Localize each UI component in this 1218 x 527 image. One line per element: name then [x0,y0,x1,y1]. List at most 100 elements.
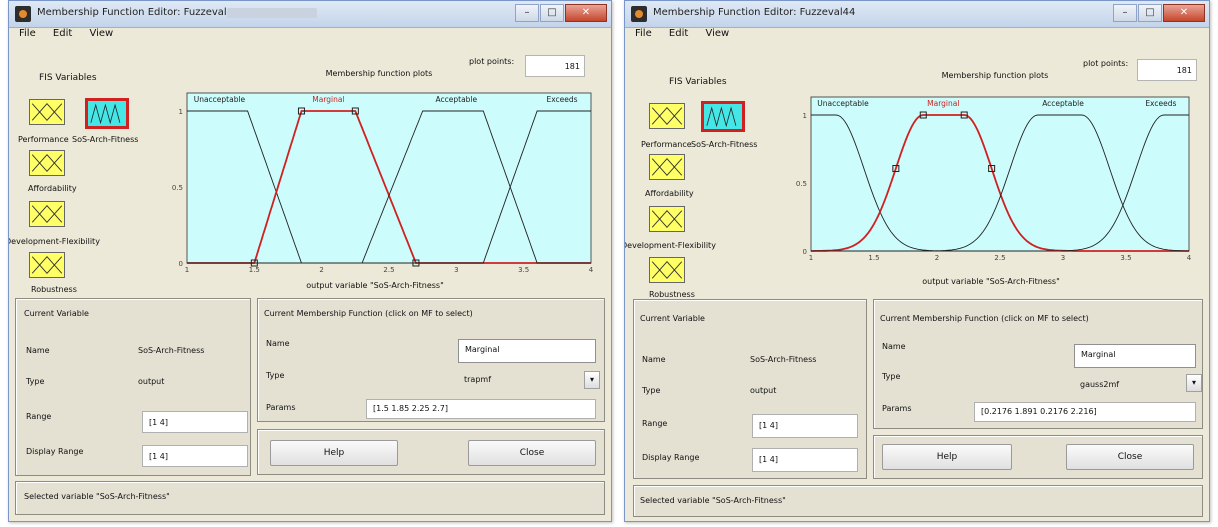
x-tick-label: 1.5 [249,266,260,274]
x-tick-label: 4 [1187,254,1192,262]
mf-label-unacceptable[interactable]: Unacceptable [817,99,869,108]
maximize-icon[interactable]: □ [540,4,564,22]
mf-name-input[interactable]: Marginal [1074,344,1196,368]
current-variable-title: Current Variable [640,314,705,323]
mf-name-label: Name [882,342,906,351]
window-title: Membership Function Editor: Fuzzeval44 [653,7,856,18]
x-tick-label: 1 [809,254,813,262]
title-bar: Membership Function Editor: Fuzzeval44 –… [9,1,611,28]
var-box-affordability[interactable] [29,150,65,176]
current-variable-panel: Current Variable Name SoS-Arch-Fitness T… [633,299,867,479]
var-box-sos-arch-fitness[interactable] [701,101,745,132]
var-box-development-flexibility[interactable] [29,201,65,227]
params-input[interactable]: [1.5 1.85 2.25 2.7] [366,399,596,419]
range-label: Range [642,419,668,428]
close-icon[interactable]: ✕ [1163,4,1205,22]
x-tick-label: 1.5 [868,254,879,262]
var-label-robustness: Robustness [31,285,77,294]
plot-title: Membership function plots [941,71,1049,80]
help-button[interactable]: Help [882,444,1012,470]
params-input[interactable]: [0.2176 1.891 0.2176 2.216] [974,402,1196,422]
plot-area[interactable] [810,96,1190,252]
fis-variables-label: FIS Variables [39,73,97,83]
mf-label-unacceptable[interactable]: Unacceptable [194,95,246,104]
range-input[interactable]: [1 4] [142,411,248,433]
help-button[interactable]: Help [270,440,398,466]
range-label: Range [26,412,52,421]
mf-plot[interactable]: 1 1.5 2 2.5 3 3.5 4 1 0.5 0 Unacceptable Marginal Ac… [167,85,595,275]
menu-view[interactable]: View [705,28,729,39]
menu-edit[interactable]: Edit [669,28,688,39]
close-button[interactable]: Close [1066,444,1194,470]
plot-xlabel: output variable "SoS-Arch-Fitness" [922,277,1060,286]
x-tick-label: 3.5 [1120,254,1131,262]
plot-area[interactable] [186,92,592,264]
status-text: Selected variable "SoS-Arch-Fitness" [640,496,786,505]
plot-points-input[interactable]: 181 [1137,59,1197,81]
mf-label-marginal[interactable]: Marginal [312,95,344,104]
display-range-input[interactable]: [1 4] [142,445,248,467]
var-label-affordability: Affordability [645,189,694,198]
plot-points-label: plot points: [469,57,515,66]
x-tick-label: 2.5 [383,266,394,274]
var-box-sos-arch-fitness[interactable] [85,98,129,129]
var-box-development-flexibility[interactable] [649,206,685,232]
mf-name-label: Name [266,339,290,348]
variable-type-value: output [138,377,165,386]
menu-bar: File Edit View [625,28,1209,44]
var-box-performance[interactable] [649,103,685,129]
x-tick-label: 3 [1061,254,1065,262]
menu-bar: File Edit View [9,28,611,44]
var-box-robustness[interactable] [29,252,65,278]
mf-type-select[interactable]: trapmf [458,369,596,389]
dropdown-arrow-icon[interactable]: ▾ [1186,374,1202,392]
mf-label-acceptable[interactable]: Acceptable [436,95,478,104]
params-label: Params [882,404,912,413]
menu-edit[interactable]: Edit [53,28,72,39]
var-label-performance: Performance [641,140,692,149]
menu-view[interactable]: View [89,28,113,39]
plot-points-input[interactable]: 181 [525,55,585,77]
current-mf-panel: Current Membership Function (click on MF… [257,298,605,422]
current-mf-panel: Current Membership Function (click on MF… [873,299,1203,429]
var-label-sos-arch-fitness: SoS-Arch-Fitness [72,135,139,144]
minimize-icon[interactable]: – [1113,4,1137,22]
title-bar: Membership Function Editor: Fuzzeval44 –… [625,1,1209,28]
x-tick-label: 2.5 [994,254,1005,262]
y-tick-label: 1 [179,108,183,116]
status-bar: Selected variable "SoS-Arch-Fitness" [633,485,1203,517]
close-icon[interactable]: ✕ [565,4,607,22]
maximize-icon[interactable]: □ [1138,4,1162,22]
mf-label-marginal[interactable]: Marginal [927,99,959,108]
display-range-input[interactable]: [1 4] [752,448,858,472]
mf-type-select[interactable]: gauss2mf [1074,374,1196,394]
close-button[interactable]: Close [468,440,596,466]
x-tick-label: 2 [935,254,939,262]
mf-plot[interactable]: 1 1.5 2 2.5 3 3.5 4 1 0.5 0 Unacceptable Marginal Ac… [791,89,1193,263]
mf-label-exceeds[interactable]: Exceeds [1145,99,1176,108]
menu-file[interactable]: File [19,28,36,39]
button-panel: Help Close [873,435,1203,479]
current-variable-title: Current Variable [24,309,89,318]
mf-type-label: Type [266,371,285,380]
range-input[interactable]: [1 4] [752,414,858,438]
var-box-performance[interactable] [29,99,65,125]
window-title: Membership Function Editor: Fuzzeval44 [37,7,240,18]
var-label-affordability: Affordability [28,184,77,193]
menu-file[interactable]: File [635,28,652,39]
mf-editor-window-right: Membership Function Editor: Fuzzeval44 –… [624,0,1210,522]
var-box-robustness[interactable] [649,257,685,283]
status-text: Selected variable "SoS-Arch-Fitness" [24,492,170,501]
mf-name-input[interactable]: Marginal [458,339,596,363]
var-box-affordability[interactable] [649,154,685,180]
status-bar: Selected variable "SoS-Arch-Fitness" [15,481,605,515]
y-tick-label: 0.5 [172,184,183,192]
mf-label-acceptable[interactable]: Acceptable [1042,99,1084,108]
current-mf-title: Current Membership Function (click on MF… [264,309,473,318]
x-tick-label: 3.5 [518,266,529,274]
display-range-label: Display Range [642,453,700,462]
minimize-icon[interactable]: – [515,4,539,22]
fis-variables-label: FIS Variables [669,77,727,87]
dropdown-arrow-icon[interactable]: ▾ [584,371,600,389]
mf-label-exceeds[interactable]: Exceeds [546,95,577,104]
